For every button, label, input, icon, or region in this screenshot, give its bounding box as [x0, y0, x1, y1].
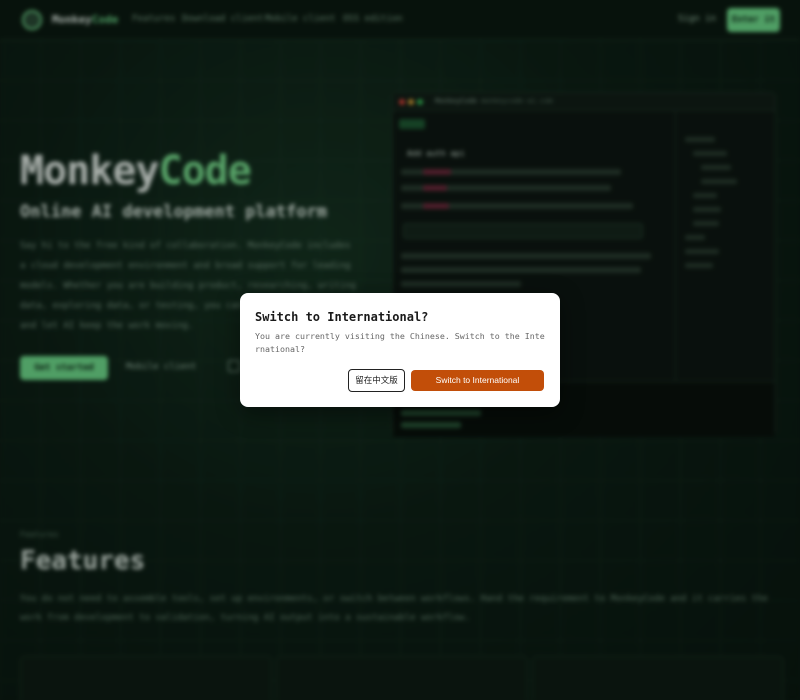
stay-chinese-button[interactable]: 留在中文版	[348, 369, 405, 392]
dialog-title: Switch to International?	[255, 310, 429, 324]
switch-international-button[interactable]: Switch to International	[411, 370, 544, 391]
dialog-message: You are currently visiting the Chinese. …	[255, 331, 545, 354]
